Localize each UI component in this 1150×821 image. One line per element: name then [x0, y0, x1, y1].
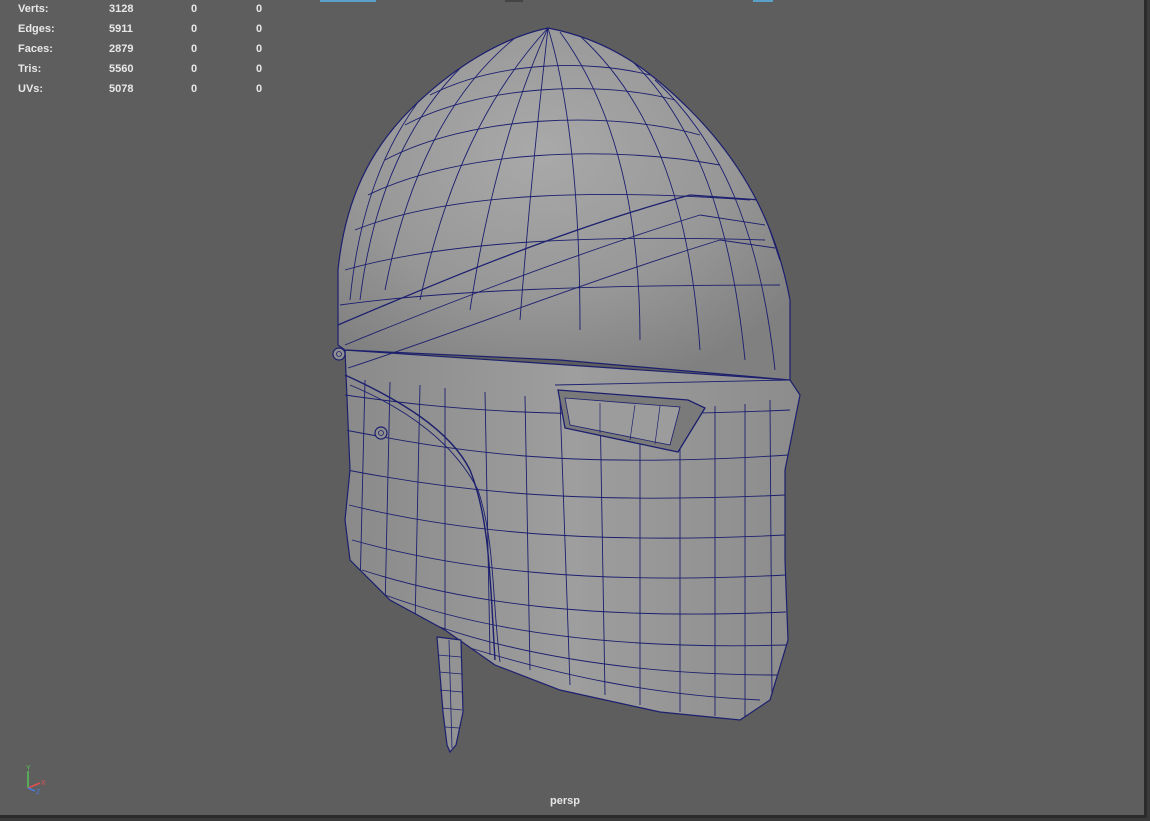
- x-axis-line: [27, 782, 41, 789]
- view-axis-gizmo: Y X Z: [26, 765, 46, 794]
- hud-selected: 0: [191, 43, 198, 55]
- hud-selected-alt: 0: [256, 63, 263, 75]
- hud-count: 5560: [109, 63, 134, 75]
- hud-selected-alt: 0: [256, 3, 263, 15]
- camera-name-label: persp: [550, 795, 580, 807]
- helmet-shell: [332, 27, 801, 754]
- z-axis-line: [27, 787, 36, 792]
- hud-label: Faces:: [18, 43, 53, 55]
- hud-selected-alt: 0: [256, 23, 263, 35]
- helmet-model[interactable]: [0, 0, 1144, 815]
- hud-count: 2879: [109, 43, 134, 55]
- perspective-viewport[interactable]: Verts: 3128 0 0 Edges: 5911 0 0 Faces: 2…: [0, 0, 1147, 818]
- hud-selected-alt: 0: [256, 43, 263, 55]
- hud-count: 5078: [109, 83, 134, 95]
- z-axis-label: Z: [36, 789, 41, 794]
- hud-selected: 0: [191, 23, 198, 35]
- hud-label: Tris:: [18, 63, 42, 75]
- hud-label: UVs:: [18, 83, 44, 95]
- hud-selected: 0: [191, 83, 198, 95]
- hud-count: 3128: [109, 3, 134, 15]
- hud-selected-alt: 0: [256, 83, 263, 95]
- hud-count: 5911: [109, 23, 133, 35]
- hud-label: Edges:: [18, 23, 55, 35]
- hud-selected: 0: [191, 3, 198, 15]
- hud-selected: 0: [191, 63, 198, 75]
- y-axis-label: Y: [26, 765, 31, 772]
- hud-label: Verts:: [18, 3, 49, 15]
- x-axis-label: X: [41, 780, 46, 787]
